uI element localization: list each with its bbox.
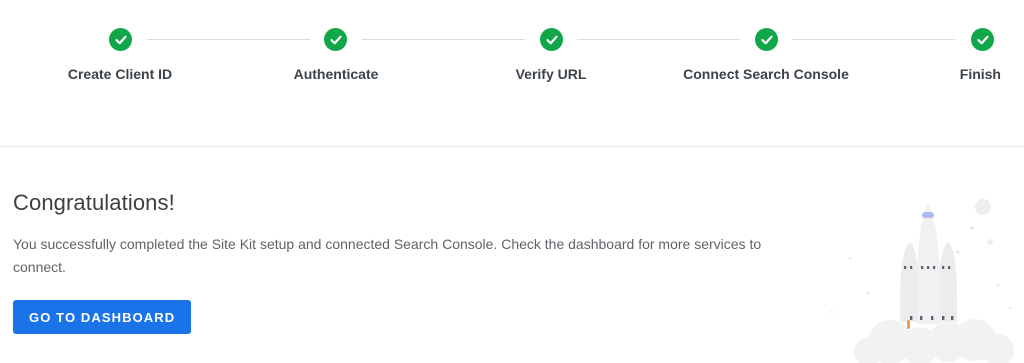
step-label-connect-search-console: Connect Search Console [683,66,849,82]
step-connector [577,39,740,40]
checkmark-icon [545,35,558,44]
step-connector [147,39,310,40]
checkmark-icon [976,35,989,44]
step-connector [362,39,525,40]
checkmark-icon [329,35,342,44]
success-description: You successfully completed the Site Kit … [13,236,762,275]
step-complete-badge [971,28,994,51]
rocket-launch-illustration [830,199,1014,363]
checkmark-icon [114,35,127,44]
step-complete-badge [324,28,347,51]
step-connector [792,39,955,40]
step-label-finish: Finish [959,66,1001,82]
step-complete-badge [755,28,778,51]
step-label-authenticate: Authenticate [293,66,379,82]
setup-stepper: Create Client ID Authenticate Verify URL… [0,0,1024,146]
step-label-create-client-id: Create Client ID [67,66,173,82]
step-label-verify-url: Verify URL [515,66,587,82]
step-complete-badge [540,28,563,51]
go-to-dashboard-button[interactable]: GO TO DASHBOARD [13,300,192,334]
checkmark-icon [760,35,773,44]
page-title: Congratulations! [13,190,175,215]
step-complete-badge [109,28,132,51]
